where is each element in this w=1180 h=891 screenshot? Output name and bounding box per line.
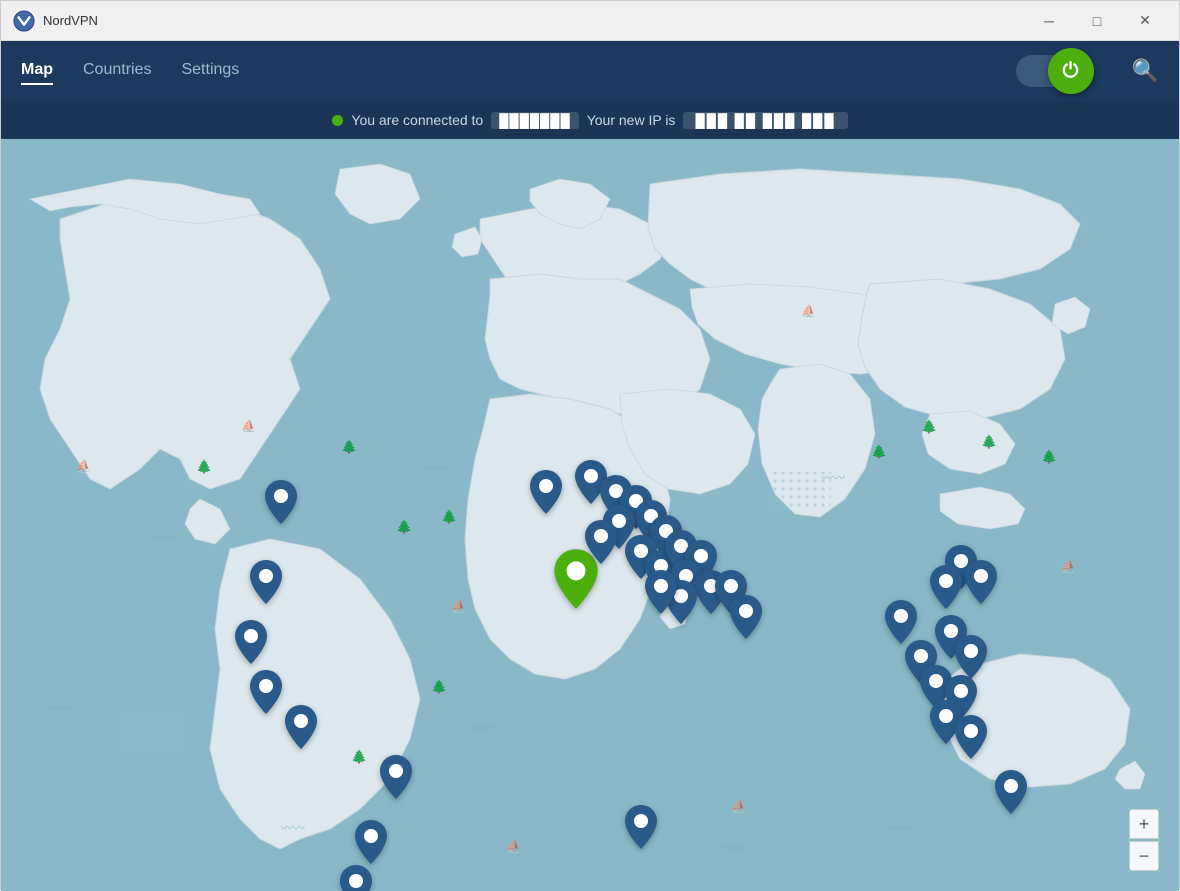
dot-pattern xyxy=(771,469,831,509)
power-toggle[interactable]: ⏻ xyxy=(1016,55,1086,87)
location-pin-europe-16[interactable] xyxy=(644,570,678,619)
boat-decoration: ⛵ xyxy=(1061,559,1076,573)
navbar: Map Countries Settings ⏻ 🔍 xyxy=(1,41,1179,101)
maximize-button[interactable]: □ xyxy=(1075,6,1119,36)
server-name-masked: ███████ xyxy=(491,112,578,129)
location-pin-middle-east-2[interactable] xyxy=(729,595,763,644)
window-controls: ─ □ ✕ xyxy=(1027,6,1167,36)
boat-decoration: ⛵ xyxy=(451,599,466,613)
zoom-in-button[interactable]: + xyxy=(1129,809,1159,839)
statusbar: You are connected to ███████ Your new IP… xyxy=(1,101,1179,139)
boat-decoration: ⛵ xyxy=(241,419,256,433)
location-pin-south-america-1[interactable] xyxy=(379,755,413,804)
location-pin-europe-8[interactable] xyxy=(584,520,618,569)
tree-decoration: 🌲 xyxy=(351,749,367,765)
location-pin-north-america-1[interactable] xyxy=(264,480,298,529)
tree-decoration: 🌲 xyxy=(396,519,412,535)
location-pin-asia-2[interactable] xyxy=(964,560,998,609)
boat-decoration: ⛵ xyxy=(801,304,816,318)
tree-decoration: 🌲 xyxy=(921,419,937,435)
tree-decoration: 🌲 xyxy=(196,459,212,475)
location-pin-north-america-4[interactable] xyxy=(249,670,283,719)
location-pin-africa-1[interactable] xyxy=(624,805,658,854)
close-button[interactable]: ✕ xyxy=(1123,6,1167,36)
tree-decoration: 🌲 xyxy=(441,509,457,525)
boat-decoration: ⛵ xyxy=(731,799,746,813)
power-symbol: ⏻ xyxy=(1063,61,1079,81)
search-icon[interactable]: 🔍 xyxy=(1132,58,1159,84)
nordvpn-logo-icon xyxy=(13,10,35,32)
toggle-knob: ⏻ xyxy=(1048,48,1094,94)
wave-decoration: 〰〰 xyxy=(721,839,745,856)
tab-countries[interactable]: Countries xyxy=(83,57,151,85)
wave-decoration: 〰〰 xyxy=(281,819,305,836)
tree-decoration: 🌲 xyxy=(341,439,357,455)
status-text-middle: Your new IP is xyxy=(587,112,676,128)
status-text-prefix: You are connected to xyxy=(351,112,483,128)
location-pin-north-america-3[interactable] xyxy=(234,620,268,669)
boat-decoration: ⛵ xyxy=(506,839,521,853)
tree-decoration: 🌲 xyxy=(1041,449,1057,465)
location-pin-asia-3[interactable] xyxy=(929,565,963,614)
toggle-track: ⏻ xyxy=(1016,55,1086,87)
dot-pattern xyxy=(121,709,181,749)
minimize-button[interactable]: ─ xyxy=(1027,6,1071,36)
wave-decoration: 〰〰 xyxy=(891,819,915,836)
tab-settings[interactable]: Settings xyxy=(181,57,239,85)
location-pin-south-america-3[interactable] xyxy=(339,865,373,891)
app-logo: NordVPN xyxy=(13,10,98,32)
location-pin-north-america-5[interactable] xyxy=(284,705,318,754)
location-pin-south-america-2[interactable] xyxy=(354,820,388,869)
wave-decoration: 〰〰 xyxy=(471,719,495,736)
connection-status-dot xyxy=(332,115,343,126)
location-pin-europe-1[interactable] xyxy=(529,470,563,519)
tree-decoration: 🌲 xyxy=(431,679,447,695)
zoom-out-button[interactable]: − xyxy=(1129,841,1159,871)
location-pin-asia-11[interactable] xyxy=(954,715,988,764)
location-pin-oceania-1[interactable] xyxy=(994,770,1028,819)
tree-decoration: 🌲 xyxy=(871,444,887,460)
tab-map[interactable]: Map xyxy=(21,57,53,85)
titlebar: NordVPN ─ □ ✕ xyxy=(1,1,1179,41)
ip-address-masked: ███ ██ ███ ███ xyxy=(683,112,847,129)
wave-decoration: 〰〰 xyxy=(421,459,445,476)
zoom-controls: + − xyxy=(1129,809,1159,871)
wave-decoration: 〰〰 xyxy=(151,529,175,546)
app-title: NordVPN xyxy=(43,13,98,28)
tree-decoration: 🌲 xyxy=(981,434,997,450)
map-container: 〰〰 〰〰 〰〰 〰〰 〰〰 〰〰 〰〰 〰〰 🌲 🌲 🌲 🌲 🌲 🌲 🌲 🌲 … xyxy=(1,139,1179,891)
location-pin-north-america-2[interactable] xyxy=(249,560,283,609)
wave-decoration: 〰〰 xyxy=(51,699,75,716)
boat-decoration: ⛵ xyxy=(76,459,91,473)
